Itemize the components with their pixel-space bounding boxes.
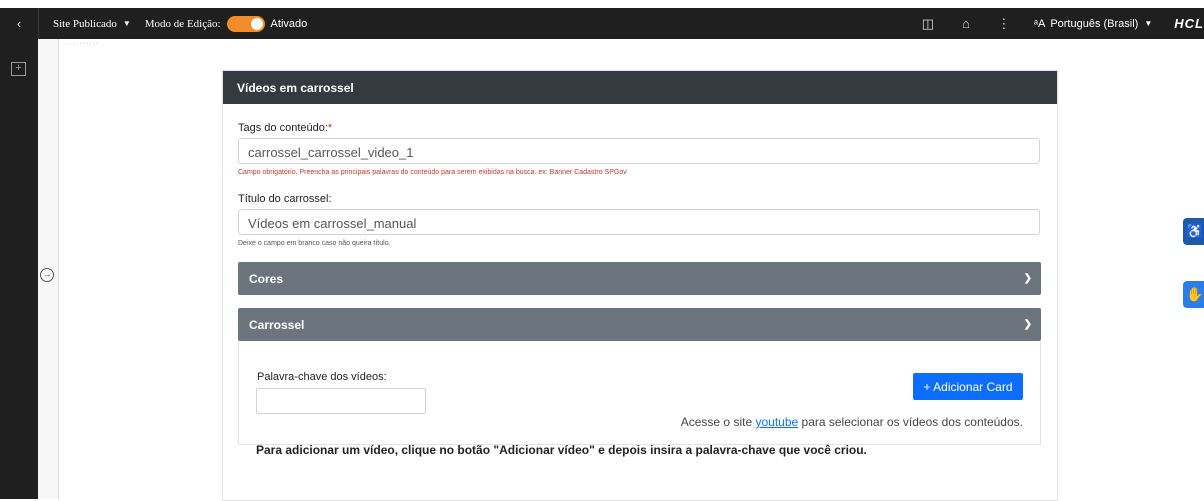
accordion-cores[interactable]: Cores ❯ bbox=[238, 262, 1041, 295]
carrossel-panel: Palavra-chave dos vídeos: + Adicionar Ca… bbox=[238, 341, 1041, 457]
add-panel-icon[interactable]: + bbox=[11, 62, 26, 76]
carousel-form-card: Vídeos em carrossel Tags do conteúdo:* c… bbox=[222, 70, 1058, 501]
hcl-logo: HCL bbox=[1174, 16, 1204, 31]
home-icon[interactable]: ⌂ bbox=[958, 16, 974, 32]
title-hint: Deixe o campo em branco caso não queira … bbox=[238, 240, 391, 247]
tags-label: Tags do conteúdo:* bbox=[238, 122, 332, 134]
edit-mode-value: Ativado bbox=[270, 17, 308, 30]
title-label: Título do carrossel: bbox=[238, 193, 332, 205]
chevron-down-icon: ❯ bbox=[1023, 273, 1032, 284]
youtube-link[interactable]: youtube bbox=[755, 415, 798, 429]
layout-icon[interactable]: ◫ bbox=[920, 16, 936, 32]
accessibility-icon: ♿ bbox=[1186, 223, 1204, 239]
edit-mode-toggle[interactable] bbox=[226, 15, 265, 32]
language-label: Português (Brasil) bbox=[1050, 17, 1139, 30]
site-status-label: Site Publicado bbox=[53, 17, 117, 30]
caret-down-icon: ▼ bbox=[1144, 19, 1153, 28]
accordion-carrossel-label: Carrossel bbox=[249, 318, 305, 332]
youtube-text-after: para selecionar os vídeos dos conteúdos. bbox=[801, 415, 1023, 429]
caret-down-icon: ▼ bbox=[122, 19, 131, 28]
card-header: Vídeos em carrossel bbox=[223, 71, 1057, 104]
keyword-input[interactable] bbox=[256, 388, 426, 414]
sign-language-button[interactable]: ✋ bbox=[1183, 281, 1204, 308]
instruction-text: Para adicionar um vídeo, clique no botão… bbox=[256, 443, 867, 457]
top-strip bbox=[0, 0, 1204, 8]
youtube-text-before: Acesse o site bbox=[680, 415, 753, 429]
edit-mode-label: Modo de Edição: bbox=[144, 17, 221, 30]
keyword-label: Palavra-chave dos vídeos: bbox=[257, 371, 387, 383]
tags-label-text: Tags do conteúdo: bbox=[238, 122, 328, 134]
accordion-cores-label: Cores bbox=[249, 272, 284, 286]
youtube-help-text: Acesse o site youtube para selecionar os… bbox=[681, 415, 1023, 429]
expand-panel-icon[interactable]: → bbox=[40, 268, 54, 282]
back-button[interactable]: ‹ bbox=[0, 8, 39, 39]
chevron-down-icon: ❯ bbox=[1023, 319, 1032, 330]
edit-mode-group: Modo de Edição: Ativado bbox=[144, 15, 308, 32]
left-rail: + bbox=[0, 39, 38, 499]
language-dropdown[interactable]: ᵃA Português (Brasil) ▼ bbox=[1034, 18, 1152, 30]
translate-icon: ᵃA bbox=[1033, 17, 1046, 30]
drag-handle-dots[interactable]: ·········· bbox=[66, 40, 99, 47]
site-status-dropdown[interactable]: Site Publicado ▼ bbox=[53, 18, 131, 30]
accessibility-button[interactable]: ♿ bbox=[1183, 218, 1204, 245]
title-input[interactable]: Vídeos em carrossel_manual bbox=[238, 209, 1040, 235]
tags-error: Campo obrigatório. Preencha as principai… bbox=[238, 169, 627, 176]
toolbar-right: ◫ ⌂ ⋮ ᵃA Português (Brasil) ▼ HCL bbox=[898, 16, 1204, 32]
sign-language-icon: ✋ bbox=[1186, 286, 1204, 302]
accordion-carrossel[interactable]: Carrossel ❯ bbox=[238, 308, 1041, 341]
required-mark: * bbox=[327, 122, 333, 134]
edit-toolbar: ‹ Site Publicado ▼ Modo de Edição: Ativa… bbox=[0, 8, 1204, 39]
tags-input[interactable]: carrossel_carrossel_video_1 bbox=[238, 138, 1040, 164]
chevron-left-icon: ‹ bbox=[16, 16, 22, 31]
add-card-button[interactable]: + Adicionar Card bbox=[913, 373, 1023, 400]
more-vertical-icon[interactable]: ⋮ bbox=[996, 16, 1012, 32]
